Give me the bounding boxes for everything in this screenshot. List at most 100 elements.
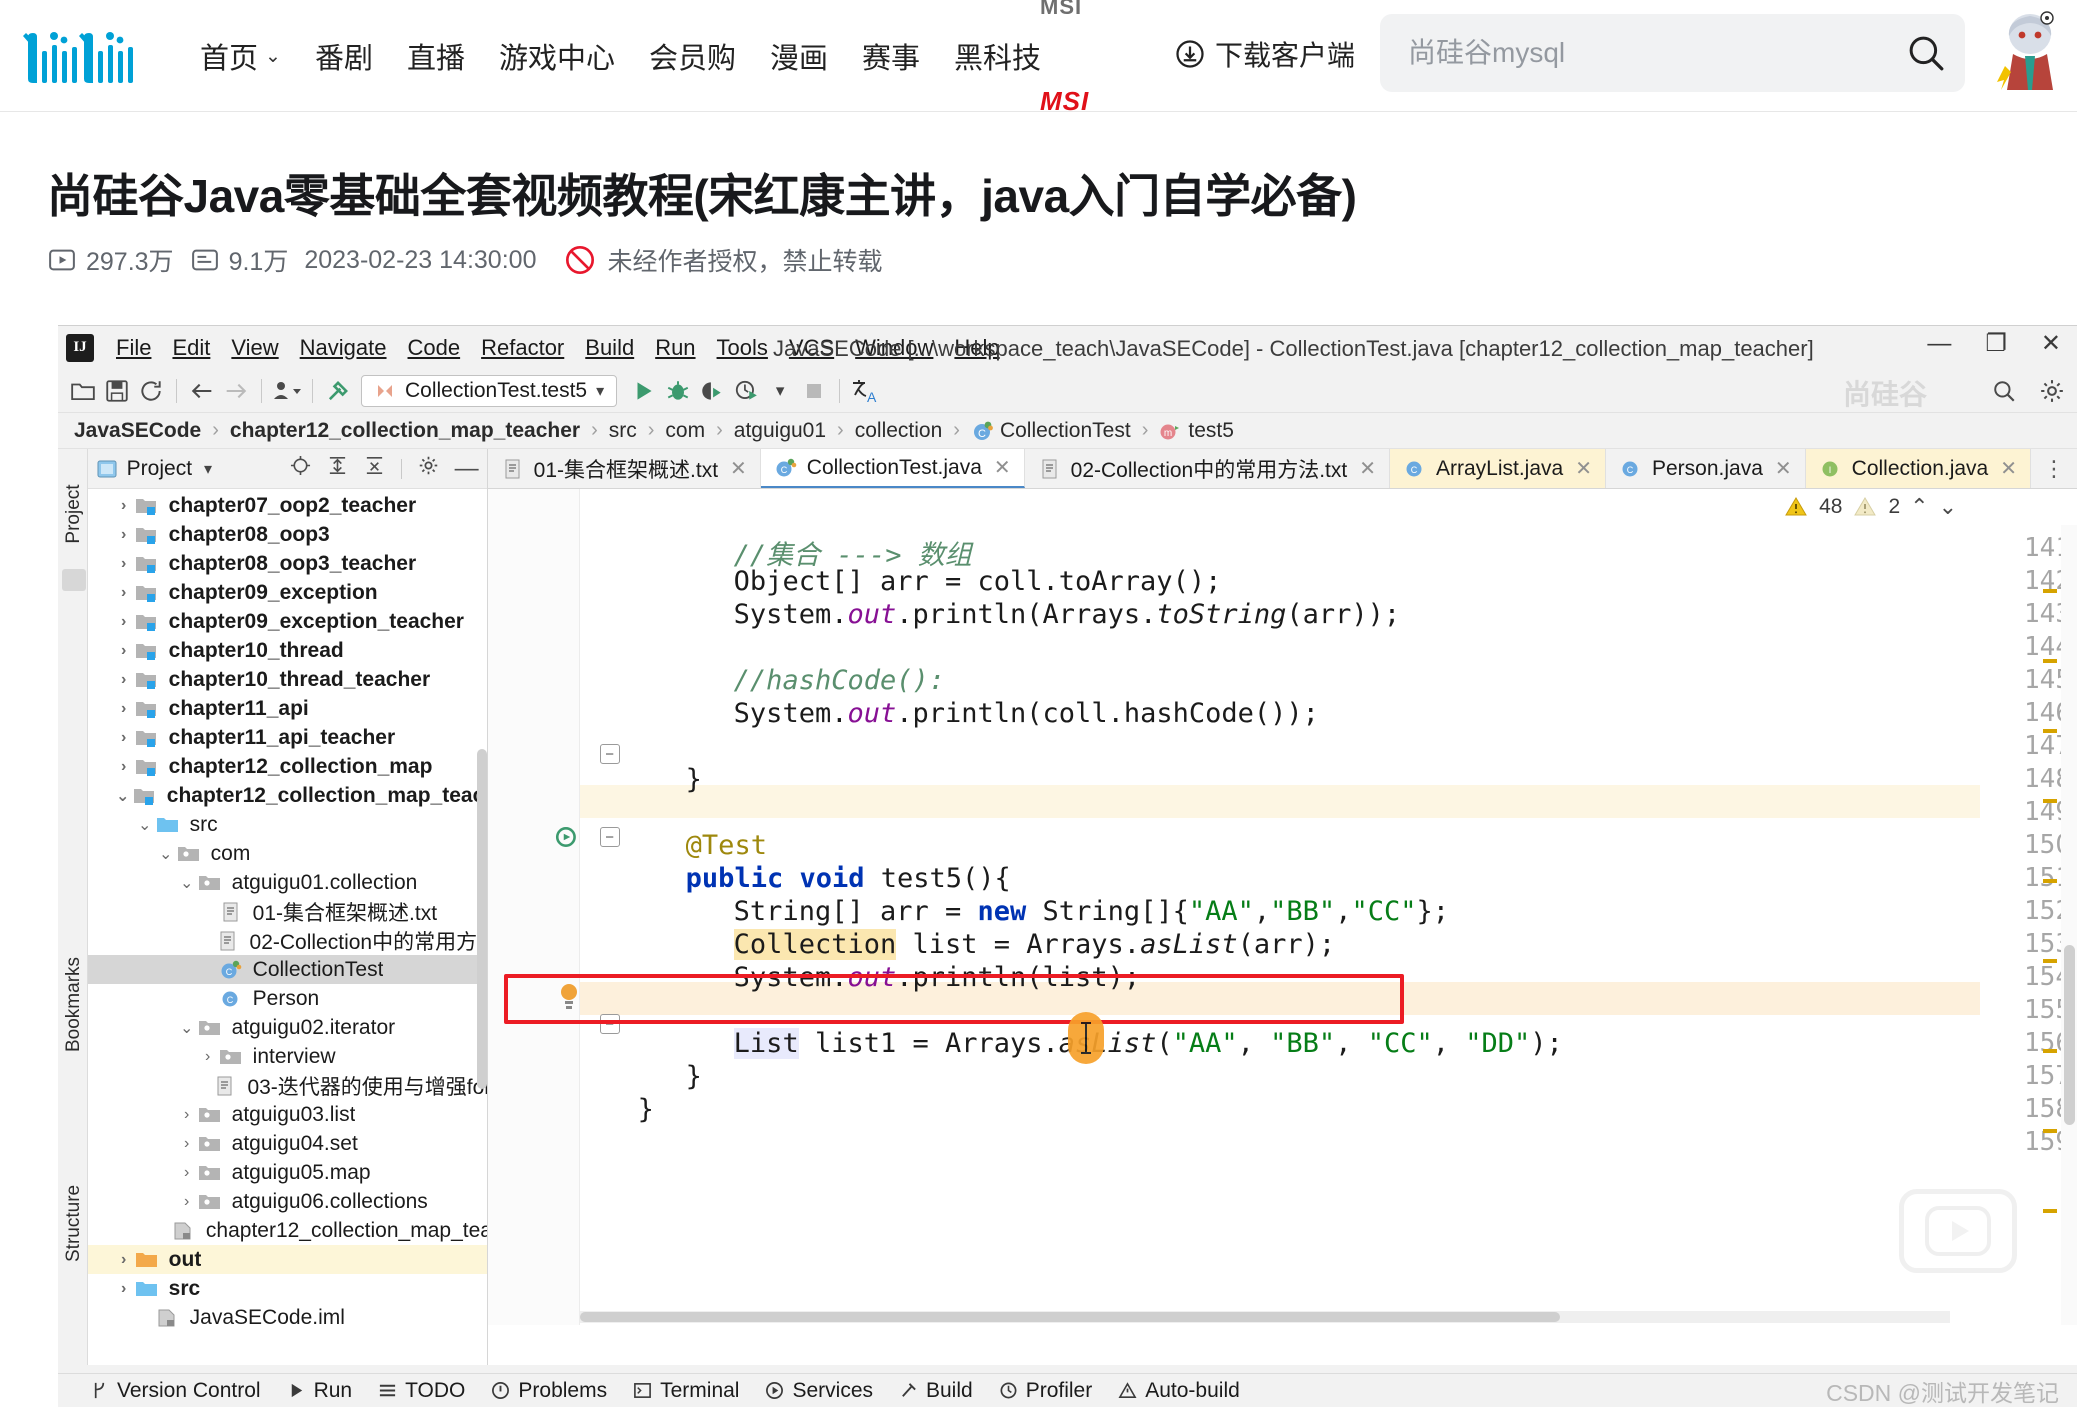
close-button[interactable]: ✕: [2041, 332, 2061, 356]
run-with-coverage-icon[interactable]: [695, 374, 729, 408]
code-editor[interactable]: 141//集合 ---> 数组 142 Object[] arr = coll.to…: [487, 489, 2077, 1325]
tree-item[interactable]: › chapter10_thread_teacher: [88, 665, 487, 694]
chevron-right-icon[interactable]: ›: [176, 1193, 198, 1211]
chevron-right-icon[interactable]: ›: [113, 613, 135, 631]
tree-item[interactable]: › out: [87, 1245, 487, 1274]
fold-marker-151[interactable]: −: [599, 827, 620, 847]
editor-tab[interactable]: C Person.java ✕: [1605, 449, 1806, 488]
nav-item-3[interactable]: 游戏中心: [499, 35, 615, 77]
tree-item[interactable]: › atguigu04.set: [88, 1129, 487, 1158]
chevron-right-icon[interactable]: ›: [113, 729, 135, 747]
nav-item-7[interactable]: 黑科技: [954, 35, 1041, 77]
chevron-down-icon[interactable]: ⌄: [176, 873, 198, 893]
back-icon[interactable]: [185, 374, 219, 408]
code-line[interactable]: String[] arr = new String[]{"AA","BB","C…: [734, 896, 1449, 927]
strip-structure-label[interactable]: Structure: [63, 1185, 85, 1262]
translate-icon[interactable]: A: [848, 374, 882, 408]
tree-item[interactable]: ⌄ atguigu01.collection: [88, 868, 487, 897]
collapse-all-icon[interactable]: [364, 455, 385, 482]
chevron-right-icon[interactable]: ›: [113, 555, 135, 573]
status-build[interactable]: Build: [899, 1379, 973, 1403]
download-client-button[interactable]: 下载客户端: [1175, 34, 1355, 74]
status-terminal[interactable]: Terminal: [633, 1379, 739, 1403]
breadcrumb-item-0[interactable]: JavaSECode: [74, 419, 201, 443]
tree-item[interactable]: 03-迭代器的使用与增强for循环.txt: [88, 1071, 487, 1100]
project-settings-gear-icon[interactable]: [418, 455, 439, 482]
tree-item[interactable]: ⌄ com: [88, 839, 487, 868]
close-tab-icon[interactable]: ✕: [2000, 456, 2017, 481]
chevron-right-icon[interactable]: ›: [113, 526, 135, 544]
menu-view[interactable]: View: [231, 335, 278, 361]
chevron-right-icon[interactable]: ›: [113, 497, 135, 515]
expand-all-icon[interactable]: [327, 455, 348, 482]
chevron-right-icon[interactable]: ›: [113, 700, 135, 718]
menu-navigate[interactable]: Navigate: [300, 335, 387, 361]
search-button[interactable]: [1887, 14, 1965, 92]
minimize-button[interactable]: —: [1927, 332, 1951, 356]
tree-item[interactable]: ⌄ src: [88, 810, 487, 839]
prev-problem-icon[interactable]: ⌃: [1910, 494, 1928, 520]
breadcrumb-item-7[interactable]: m test5: [1159, 419, 1234, 443]
nav-item-5[interactable]: 漫画: [770, 35, 828, 77]
close-tab-icon[interactable]: ✕: [1575, 456, 1592, 481]
hscroll-thumb[interactable]: [579, 1312, 1560, 1322]
chevron-right-icon[interactable]: ›: [113, 584, 135, 602]
status-profiler[interactable]: Profiler: [999, 1379, 1092, 1403]
settings-gear-icon[interactable]: [2035, 374, 2069, 408]
tree-item[interactable]: › chapter11_api: [88, 694, 487, 723]
tree-item[interactable]: › chapter10_thread: [88, 636, 487, 665]
forward-icon[interactable]: [219, 374, 253, 408]
tree-item[interactable]: › src: [88, 1274, 487, 1303]
nav-item-4[interactable]: 会员购: [649, 35, 736, 77]
breadcrumb-item-1[interactable]: chapter12_collection_map_teacher: [230, 419, 580, 443]
chevron-down-icon[interactable]: ⌄: [134, 815, 156, 835]
run-configuration-selector[interactable]: CollectionTest.test5 ▾: [361, 374, 618, 407]
tree-item[interactable]: › chapter08_oop3_teacher: [88, 549, 487, 578]
status-todo[interactable]: TODO: [378, 1379, 465, 1403]
code-line[interactable]: Object[] arr = coll.toArray();: [734, 566, 1222, 597]
nav-item-1[interactable]: 番剧: [315, 35, 373, 77]
run-icon[interactable]: [627, 374, 661, 408]
tabs-overflow-icon[interactable]: ⋮: [2031, 449, 2077, 488]
tree-item[interactable]: › atguigu03.list: [88, 1100, 487, 1129]
open-project-icon[interactable]: [66, 374, 100, 408]
menu-code[interactable]: Code: [408, 335, 461, 361]
code-line[interactable]: System.out.println(coll.hashCode());: [734, 698, 1319, 729]
code-line[interactable]: public void test5(){: [686, 863, 1011, 894]
search-box[interactable]: [1380, 14, 1965, 92]
locate-file-icon[interactable]: [290, 455, 311, 482]
tree-item[interactable]: › chapter07_oop2_teacher: [88, 491, 487, 520]
breadcrumb-item-6[interactable]: C CollectionTest: [971, 419, 1131, 443]
tree-item[interactable]: 01-集合框架概述.txt: [88, 897, 487, 926]
tree-item[interactable]: › interview: [88, 1042, 487, 1071]
menu-file[interactable]: File: [116, 335, 151, 361]
status-services[interactable]: Services: [765, 1379, 873, 1403]
chevron-right-icon[interactable]: ›: [176, 1106, 198, 1124]
tree-item[interactable]: › chapter12_collection_map: [88, 752, 487, 781]
next-problem-icon[interactable]: ⌄: [1939, 494, 1957, 520]
code-line[interactable]: }: [686, 764, 702, 795]
nav-item-0[interactable]: 首页 ⌄: [200, 35, 281, 77]
code-line[interactable]: System.out.println(Arrays.toString(arr))…: [734, 599, 1401, 630]
chevron-right-icon[interactable]: ›: [113, 1280, 135, 1298]
scrollbar-thumb[interactable]: [2064, 945, 2075, 1125]
breadcrumb-item-3[interactable]: com: [665, 419, 705, 443]
menu-refactor[interactable]: Refactor: [481, 335, 564, 361]
menu-build[interactable]: Build: [585, 335, 634, 361]
tree-item[interactable]: chapter12_collection_map_teacher.iml: [88, 1216, 487, 1245]
nav-item-6[interactable]: 赛事: [862, 35, 920, 77]
chevron-down-icon[interactable]: ⌄: [176, 1018, 198, 1038]
chevron-right-icon[interactable]: ›: [113, 642, 135, 660]
close-tab-icon[interactable]: ✕: [994, 455, 1011, 480]
chevron-down-icon[interactable]: ⌄: [155, 844, 177, 864]
search-everywhere-icon[interactable]: [1987, 374, 2021, 408]
editor-tab[interactable]: 01-集合框架概述.txt ✕: [487, 449, 761, 488]
editor-tab[interactable]: C CollectionTest.java ✕: [760, 449, 1025, 488]
code-line[interactable]: List list1 = Arrays.asList("AA", "BB", "…: [733, 1028, 1563, 1059]
project-tree[interactable]: › chapter07_oop2_teacher › chapter08_oop3 › c…: [87, 489, 487, 1365]
search-input[interactable]: [1408, 37, 1887, 69]
editor-tab[interactable]: C ArrayList.java ✕: [1390, 449, 1606, 488]
save-all-icon[interactable]: [100, 374, 134, 408]
more-run-chevron-icon[interactable]: ▾: [763, 374, 797, 408]
maximize-button[interactable]: ❐: [1985, 332, 2007, 356]
